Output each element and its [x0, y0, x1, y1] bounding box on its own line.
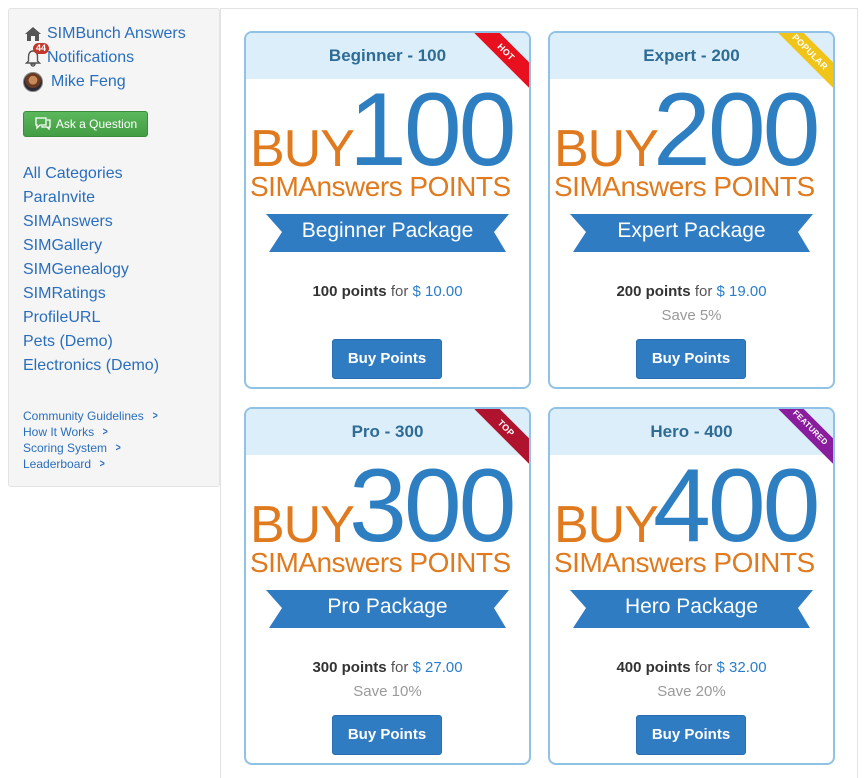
promo-banner-label: Hero Package	[624, 595, 759, 618]
footer-links: Community Guidelines > How It Works > Scor…	[23, 408, 158, 472]
package-card: Hero - 400 FEATURED BUY 400 SIMAnswers P…	[548, 407, 835, 765]
price-for: for	[390, 659, 409, 676]
points-amount: 400 points	[616, 659, 691, 676]
notifications-link[interactable]: 44 Notifications	[23, 43, 135, 67]
promo-banner: Beginner Package	[266, 212, 509, 256]
promo-points-text: SIMAnswers POINTS	[554, 171, 815, 202]
package-promo-image: BUY 200 SIMAnswers POINTS Expert Package	[550, 72, 833, 279]
package-price: 200 points for $ 19.00	[550, 279, 833, 305]
price-amount: $ 27.00	[412, 659, 463, 676]
footer-link[interactable]: How It Works >	[23, 424, 158, 440]
speech-bubble-icon	[34, 116, 52, 133]
price-amount: $ 19.00	[716, 283, 767, 300]
category-link[interactable]: SIMGenealogy	[23, 258, 159, 282]
promo-banner-label: Expert Package	[617, 219, 766, 242]
chevron-right-icon: >	[99, 458, 105, 470]
avatar	[23, 72, 43, 92]
promo-banner-label: Pro Package	[327, 595, 448, 618]
bell-icon: 44	[23, 43, 50, 67]
price-amount: $ 32.00	[716, 659, 767, 676]
notification-count-badge: 44	[33, 43, 50, 54]
package-price: 300 points for $ 27.00	[246, 655, 529, 681]
promo-points-text: SIMAnswers POINTS	[554, 547, 815, 578]
price-for: for	[694, 659, 713, 676]
package-price: 100 points for $ 10.00	[246, 279, 529, 305]
promo-buy-text: BUY	[250, 496, 355, 554]
ask-question-button[interactable]: Ask a Question	[23, 111, 148, 137]
footer-link[interactable]: Community Guidelines >	[23, 408, 158, 424]
footer-link[interactable]: Scoring System >	[23, 440, 158, 456]
package-card: Beginner - 100 HOT BUY 100 SIMAnswers PO…	[244, 31, 531, 389]
package-save: Save 20%	[657, 683, 726, 700]
package-card: Pro - 300 TOP BUY 300 SIMAnswers POINTS …	[244, 407, 531, 765]
package-promo-image: BUY 300 SIMAnswers POINTS Pro Package	[246, 448, 529, 655]
package-save	[246, 305, 529, 327]
promo-banner: Hero Package	[570, 588, 813, 632]
promo-points-text: SIMAnswers POINTS	[250, 547, 511, 578]
buy-points-button[interactable]: Buy Points	[332, 715, 442, 755]
avatar-wrap	[23, 72, 43, 92]
category-link[interactable]: ParaInvite	[23, 186, 159, 210]
category-link[interactable]: Electronics (Demo)	[23, 354, 159, 378]
footer-link-label: How It Works	[23, 425, 95, 439]
footer-link-label: Leaderboard	[23, 457, 92, 471]
promo-banner-label: Beginner Package	[301, 219, 474, 242]
category-link[interactable]: SIMAnswers	[23, 210, 159, 234]
package-save: Save 10%	[353, 683, 422, 700]
category-link[interactable]: SIMGallery	[23, 234, 159, 258]
promo-buy-text: BUY	[250, 120, 355, 178]
home-icon	[23, 25, 43, 43]
chevron-right-icon: >	[102, 426, 108, 438]
category-link[interactable]: ProfileURL	[23, 306, 159, 330]
promo-buy-text: BUY	[554, 496, 659, 554]
home-label: SIMBunch Answers	[47, 25, 186, 42]
package-promo-image: BUY 100 SIMAnswers POINTS Beginner Packa…	[246, 72, 529, 279]
chevron-right-icon: >	[152, 410, 158, 422]
buy-points-button[interactable]: Buy Points	[636, 339, 746, 379]
package-save: Save 5%	[661, 307, 722, 324]
footer-link[interactable]: Leaderboard >	[23, 456, 158, 472]
buy-points-button[interactable]: Buy Points	[636, 715, 746, 755]
category-link[interactable]: SIMRatings	[23, 282, 159, 306]
buy-points-button[interactable]: Buy Points	[332, 339, 442, 379]
footer-link-label: Community Guidelines	[23, 409, 144, 423]
home-link[interactable]: SIMBunch Answers	[23, 25, 186, 43]
footer-link-label: Scoring System	[23, 441, 108, 455]
packages-panel: Beginner - 100 HOT BUY 100 SIMAnswers PO…	[220, 8, 858, 778]
package-price: 400 points for $ 32.00	[550, 655, 833, 681]
promo-banner: Pro Package	[266, 588, 509, 632]
category-link[interactable]: Pets (Demo)	[23, 330, 159, 354]
promo-banner: Expert Package	[570, 212, 813, 256]
chevron-right-icon: >	[115, 442, 121, 454]
user-profile-link[interactable]: Mike Feng	[23, 72, 126, 92]
category-list: All Categories ParaInvite SIMAnswers SIM…	[23, 162, 159, 378]
points-amount: 200 points	[616, 283, 691, 300]
points-amount: 100 points	[312, 283, 387, 300]
user-name: Mike Feng	[51, 73, 126, 90]
price-amount: $ 10.00	[412, 283, 463, 300]
sidebar: SIMBunch Answers 44 Notifications Mike F…	[8, 8, 220, 487]
package-card: Expert - 200 POPULAR BUY 200 SIMAnswers …	[548, 31, 835, 389]
promo-points-text: SIMAnswers POINTS	[250, 171, 511, 202]
category-link[interactable]: All Categories	[23, 162, 159, 186]
price-for: for	[390, 283, 409, 300]
package-promo-image: BUY 400 SIMAnswers POINTS Hero Package	[550, 448, 833, 655]
ask-question-label: Ask a Question	[55, 117, 138, 131]
points-amount: 300 points	[312, 659, 387, 676]
notifications-label: Notifications	[47, 49, 135, 66]
price-for: for	[694, 283, 713, 300]
promo-buy-text: BUY	[554, 120, 659, 178]
